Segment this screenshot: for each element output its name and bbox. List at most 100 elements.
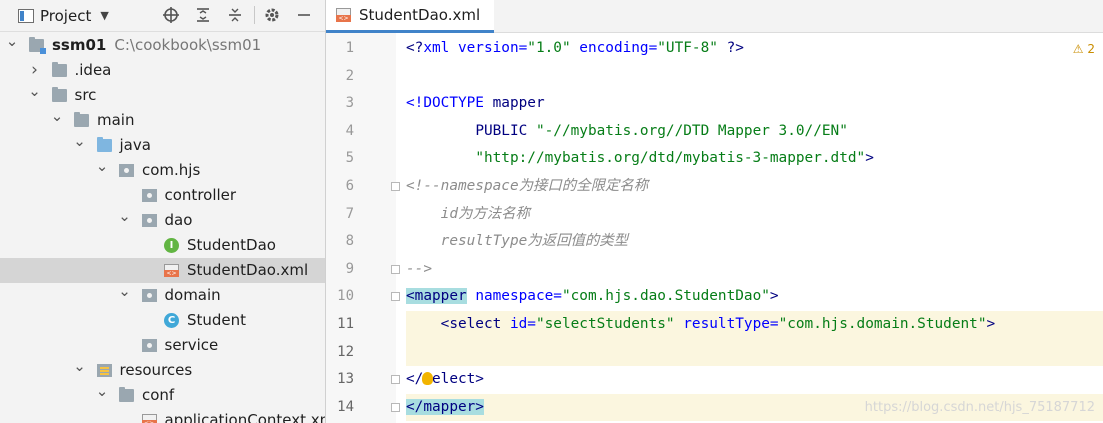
- code-line[interactable]: <?xml version="1.0" encoding="UTF-8" ?>: [406, 35, 1103, 63]
- code-token: "com.hjs.domain.Student": [778, 316, 987, 332]
- tree-item-label: StudentDao.xml: [187, 261, 309, 279]
- code-token: mapper: [492, 95, 545, 112]
- project-toolbar: Project ▼: [0, 0, 325, 32]
- line-number: 3: [345, 95, 354, 112]
- line-number: 5: [345, 150, 354, 167]
- chevron-down-icon[interactable]: ⌄: [5, 29, 19, 54]
- tree-row[interactable]: controller: [0, 183, 325, 208]
- locate-file-icon[interactable]: [160, 4, 182, 26]
- chevron-down-icon[interactable]: ⌄: [95, 379, 109, 404]
- chevron-down-icon[interactable]: ⌄: [73, 354, 87, 379]
- code-token: PUBLIC: [475, 122, 536, 139]
- warning-indicator[interactable]: ⚠ 2: [1073, 42, 1095, 56]
- code-line[interactable]: <!DOCTYPE mapper: [406, 90, 1103, 118]
- chevron-down-icon[interactable]: ⌄: [118, 279, 132, 304]
- tree-item-label: .idea: [74, 61, 112, 79]
- code-line[interactable]: <mapper namespace="com.hjs.dao.StudentDa…: [406, 283, 1103, 311]
- code-token: <select: [440, 316, 510, 332]
- code-line[interactable]: </select>: [406, 366, 1103, 394]
- tree-row[interactable]: › .idea: [0, 58, 325, 83]
- collapse-all-icon[interactable]: [224, 4, 246, 26]
- tree-row[interactable]: ⌄ resources: [0, 357, 325, 383]
- tree-item-label: com.hjs: [142, 161, 201, 179]
- tree-item-label: controller: [164, 186, 237, 204]
- line-number: 4: [345, 122, 354, 139]
- watermark-text: https://blog.csdn.net/hjs_75187712: [864, 400, 1095, 415]
- chevron-down-icon[interactable]: ⌄: [28, 79, 42, 104]
- chevron-down-icon[interactable]: ⌄: [118, 204, 132, 229]
- code-line[interactable]: [406, 63, 1103, 91]
- xml-file-icon: [336, 8, 351, 22]
- line-number: 2: [345, 67, 354, 84]
- tree-row[interactable]: ⌄ domain: [0, 282, 325, 308]
- code-line[interactable]: PUBLIC "-//mybatis.org//DTD Mapper 3.0//…: [406, 118, 1103, 146]
- tree-item-label: dao: [164, 211, 193, 229]
- tree-row[interactable]: C Student: [0, 308, 325, 333]
- tree-row[interactable]: ⌄ dao: [0, 207, 325, 233]
- tree-item-label: Student: [187, 311, 247, 329]
- tree-row[interactable]: service: [0, 333, 325, 358]
- chevron-down-icon[interactable]: ▼: [100, 9, 108, 22]
- code-line[interactable]: <!--namespace为接口的全限定名称: [406, 173, 1103, 201]
- package-icon: [141, 339, 157, 352]
- line-number: 8: [345, 233, 354, 250]
- code-token: -->: [406, 260, 432, 277]
- project-view-title[interactable]: Project: [40, 7, 91, 25]
- code-token: >: [986, 316, 996, 332]
- code-token: "UTF-8": [657, 40, 718, 56]
- code-token: resultType为返回值的类型: [406, 233, 629, 250]
- code-line[interactable]: -->: [406, 256, 1103, 284]
- tree-item-label: domain: [164, 286, 221, 304]
- tree-row[interactable]: StudentDao.xml: [0, 258, 325, 283]
- package-icon: [141, 189, 157, 202]
- tree-item-label: src: [74, 86, 97, 104]
- line-number: 1: [345, 40, 354, 56]
- chevron-down-icon[interactable]: ⌄: [95, 154, 109, 179]
- tree-row[interactable]: ⌄ conf: [0, 382, 325, 408]
- code-token: "-//mybatis.org//DTD Mapper 3.0//EN": [535, 122, 848, 139]
- code-token: "com.hjs.dao.StudentDao": [561, 288, 770, 305]
- xml-file-icon: [164, 264, 179, 277]
- code-token: <!DOCTYPE: [406, 95, 493, 112]
- tree-row[interactable]: ⌄ main: [0, 107, 325, 133]
- code-token: "selectStudents": [535, 316, 675, 332]
- line-number: 11: [337, 316, 354, 332]
- class-icon: C: [164, 313, 179, 328]
- tree-row[interactable]: ⌄ ssm01 C:\cookbook\ssm01: [0, 32, 325, 58]
- code-token: namespace=: [466, 288, 562, 305]
- expand-all-icon[interactable]: [192, 4, 214, 26]
- code-line[interactable]: id为方法名称: [406, 201, 1103, 229]
- code-line[interactable]: resultType为返回值的类型: [406, 228, 1103, 256]
- code-line[interactable]: "http://mybatis.org/dtd/mybatis-3-mapper…: [406, 145, 1103, 173]
- tree-row[interactable]: I StudentDao: [0, 233, 325, 258]
- code-token: id=: [509, 316, 536, 332]
- line-number: 7: [345, 205, 354, 222]
- tab-studentdao-xml[interactable]: StudentDao.xml: [326, 0, 495, 33]
- module-icon: [29, 37, 46, 54]
- code-line[interactable]: <select id="selectStudents" resultType="…: [406, 311, 1103, 339]
- chevron-down-icon[interactable]: ⌄: [73, 129, 87, 154]
- folder-icon: [51, 87, 67, 102]
- chevron-down-icon[interactable]: ⌄: [50, 104, 64, 129]
- tree-item-label: applicationContext.xml: [164, 411, 326, 423]
- gear-icon[interactable]: [261, 4, 283, 26]
- tree-row[interactable]: ⌄ com.hjs: [0, 157, 325, 183]
- editor-tabbar: StudentDao.xml: [326, 0, 1103, 33]
- tree-row[interactable]: applicationContext.xml: [0, 408, 325, 423]
- code-line[interactable]: [406, 338, 1103, 367]
- lightbulb-icon[interactable]: [422, 372, 433, 385]
- line-number: 14: [337, 398, 354, 415]
- tree-item-label: java: [119, 136, 151, 154]
- folder-icon: [74, 112, 89, 127]
- tree-item-label: main: [97, 111, 135, 129]
- tree-row[interactable]: ⌄ src: [0, 82, 325, 108]
- folder-icon: [51, 62, 67, 77]
- code-token: "http://mybatis.org/dtd/mybatis-3-mapper…: [475, 150, 866, 167]
- code-token: id为方法名称: [406, 205, 530, 222]
- code-area[interactable]: <?xml version="1.0" encoding="UTF-8" ?> <…: [396, 33, 1103, 423]
- tree-row[interactable]: ⌄ java: [0, 132, 325, 158]
- hide-panel-icon[interactable]: [293, 4, 315, 26]
- tree-item-label: conf: [142, 386, 175, 404]
